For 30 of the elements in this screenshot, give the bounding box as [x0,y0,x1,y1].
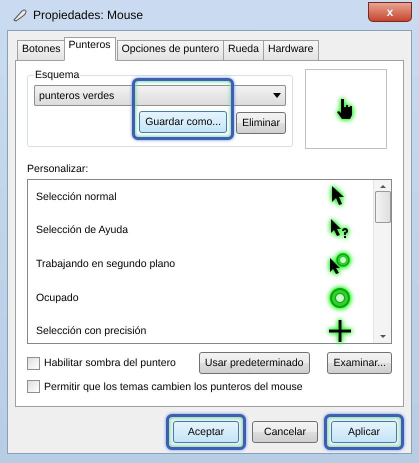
busy-arrow-cursor-icon [328,252,352,276]
dialog-button[interactable]: Eliminar [236,112,286,134]
list-item[interactable]: Ocupado [36,292,79,304]
group-label: Esquema [34,69,80,81]
tab[interactable]: Botones [17,40,66,60]
tab[interactable]: Opciones de puntero [116,40,224,60]
dialog-button[interactable]: Aceptar [173,421,239,443]
checkbox[interactable] [27,356,40,370]
scrollbar[interactable] [373,180,391,343]
ring-cursor-icon [328,286,352,310]
dialog-button[interactable]: Examinar... [327,352,392,374]
dialog-button[interactable]: Aplicar [331,421,397,443]
tab[interactable]: Hardware [263,40,319,60]
scheme-dropdown[interactable]: punteros verdes [34,85,286,106]
mouse-icon [11,8,27,22]
section-label: Personalizar: [27,163,90,175]
checkbox[interactable] [27,380,40,393]
window-title: Propiedades: Mouse [33,8,144,22]
list-item[interactable]: Selección de Ayuda [36,224,128,236]
checkbox-label: Permitir que los temas cambien los punteros del mouse [44,380,303,392]
checkbox-label: Habilitar sombra del puntero [44,357,176,369]
dialog-button[interactable]: Guardar como... [139,111,228,133]
dialog-button[interactable]: Usar predeterminado [198,352,310,374]
tab[interactable]: Punteros [64,37,116,61]
list-item[interactable]: Trabajando en segundo plano [36,258,176,270]
crosshair-cursor-icon [328,319,352,344]
dialog-button[interactable]: Cancelar [252,421,318,443]
list-item[interactable]: Selección normal [36,190,117,203]
list-item[interactable]: Selección con precisión [36,325,146,338]
tab[interactable]: Rueda [223,40,264,60]
